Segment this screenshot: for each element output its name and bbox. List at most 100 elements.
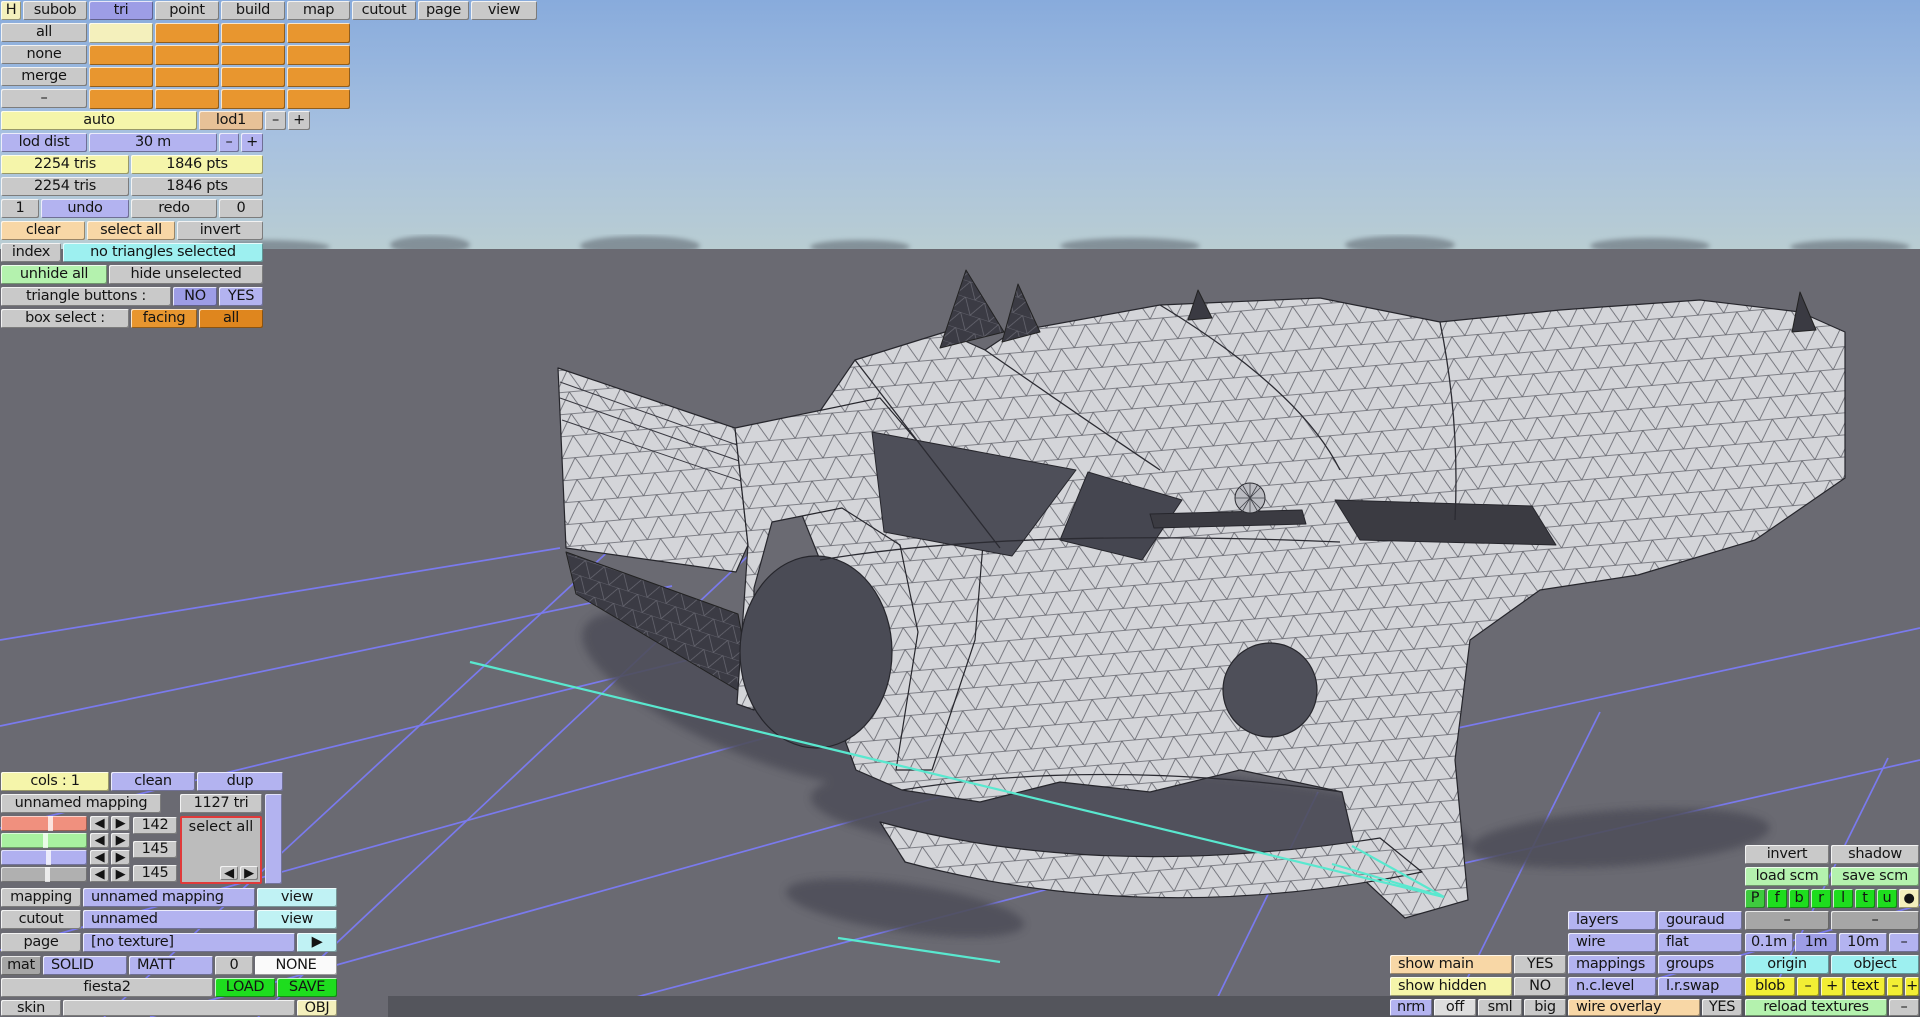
mappings-button[interactable]: mappings [1568,955,1656,974]
left-arrow-button[interactable]: ◀ [90,867,109,882]
blob-minus-button[interactable]: – [1797,977,1819,996]
origin-button[interactable]: origin [1745,955,1829,974]
dup-button[interactable]: dup [197,772,283,791]
matrix-cell[interactable] [155,67,219,87]
matrix-cell[interactable] [89,67,153,87]
gouraud-button[interactable]: gouraud [1658,911,1742,930]
lod-minus-button[interactable]: – [265,111,286,130]
reload-textures-button[interactable]: reload textures [1745,999,1887,1016]
matrix-dash[interactable]: – [1,89,87,108]
file-name[interactable]: fiesta2 [1,978,213,997]
mat-matt-button[interactable]: MATT [129,956,213,975]
slider-green[interactable] [1,833,87,848]
value-g[interactable]: 145 [133,841,177,858]
invert-button[interactable]: invert [177,221,263,240]
lod-plus-button[interactable]: + [288,111,310,130]
matrix-cell[interactable] [155,45,219,65]
view-r-button[interactable]: r [1811,889,1831,908]
show-hidden-toggle[interactable]: NO [1514,977,1566,996]
wire-overlay-label[interactable]: wire overlay [1568,999,1700,1016]
cutout-view-button[interactable]: view [257,910,337,929]
matrix-cell[interactable] [155,23,219,43]
slider-alpha[interactable] [1,867,87,882]
load-button[interactable]: LOAD [215,978,275,997]
select-all-box[interactable]: select all ◀ ▶ [180,816,262,884]
matrix-all[interactable]: all [1,23,87,42]
lod-auto-button[interactable]: auto [1,111,197,130]
show-hidden-label[interactable]: show hidden [1390,977,1512,996]
nc-level-button[interactable]: n.c.level [1568,977,1656,996]
view-b-button[interactable]: b [1789,889,1809,908]
box-select-facing[interactable]: facing [131,309,197,328]
matrix-merge[interactable]: merge [1,67,87,86]
page-row-value[interactable]: [no texture] [83,933,295,952]
menu-h[interactable]: H [1,1,21,20]
scale-10m-button[interactable]: 10m [1839,933,1887,952]
triangle-buttons-no[interactable]: NO [173,287,217,306]
slider-blue[interactable] [1,850,87,865]
slider-red[interactable] [1,816,87,831]
layers-minus-button[interactable]: – [1831,911,1919,930]
mat-none[interactable]: NONE [255,956,337,975]
index-button[interactable]: index [1,243,61,262]
lod-dist-value[interactable]: 30 m [89,133,217,152]
matrix-cell[interactable] [221,23,285,43]
value-b[interactable]: 145 [133,865,177,882]
view-t-button[interactable]: t [1855,889,1875,908]
obj-button[interactable]: OBJ [297,1000,337,1016]
lod-dist-minus-button[interactable]: – [219,133,239,152]
save-scm-button[interactable]: save scm [1831,867,1919,886]
view-u-button[interactable]: u [1877,889,1897,908]
flat-button[interactable]: flat [1658,933,1742,952]
left-arrow-button[interactable]: ◀ [90,816,109,831]
matrix-cell[interactable] [155,89,219,109]
matrix-none[interactable]: none [1,45,87,64]
mat-zero[interactable]: 0 [215,956,253,975]
hide-unselected-button[interactable]: hide unselected [109,265,263,284]
tab-subob[interactable]: subob [23,1,87,20]
cutout-row-value[interactable]: unnamed [83,910,255,929]
nrm-off-button[interactable]: off [1434,999,1476,1016]
left-arrow-button[interactable]: ◀ [90,833,109,848]
matrix-cell[interactable] [221,67,285,87]
tab-view[interactable]: view [471,1,537,20]
cols-count[interactable]: cols : 1 [1,772,109,791]
save-button[interactable]: SAVE [277,978,337,997]
show-main-toggle[interactable]: YES [1514,955,1566,974]
matrix-cell[interactable] [287,89,350,109]
matrix-cell[interactable] [221,45,285,65]
matrix-cell-active[interactable] [89,23,153,43]
left-arrow-button[interactable]: ◀ [90,850,109,865]
text-plus-button[interactable]: + [1905,977,1919,996]
text-minus-button[interactable]: – [1887,977,1903,996]
right-arrow-button[interactable]: ▶ [111,816,130,831]
page-row-label[interactable]: page [1,933,81,952]
unhide-all-button[interactable]: unhide all [1,265,107,284]
view-f-button[interactable]: f [1767,889,1787,908]
tab-point[interactable]: point [155,1,219,20]
groups-button[interactable]: groups [1658,955,1742,974]
load-scm-button[interactable]: load scm [1745,867,1829,886]
object-button[interactable]: object [1831,955,1919,974]
skin-button[interactable]: skin [1,1000,61,1016]
tab-tri[interactable]: tri [89,1,153,20]
triangle-buttons-yes[interactable]: YES [219,287,263,306]
mapping-row-value[interactable]: unnamed mapping [83,888,255,907]
scale-0-1m-button[interactable]: 0.1m [1745,933,1793,952]
view-dot-button[interactable]: ● [1899,889,1919,908]
matrix-cell[interactable] [287,23,350,43]
right-arrow-button[interactable]: ▶ [111,850,130,865]
matrix-cell[interactable] [287,67,350,87]
right-arrow-button[interactable]: ▶ [111,833,130,848]
blob-button[interactable]: blob [1745,977,1795,996]
view-l-button[interactable]: l [1833,889,1853,908]
wire-button[interactable]: wire [1568,933,1656,952]
page-next-button[interactable]: ▶ [297,933,337,952]
mat-label[interactable]: mat [1,956,41,975]
wire-overlay-toggle[interactable]: YES [1702,999,1742,1016]
mapping-view-button[interactable]: view [257,888,337,907]
scroll-strip[interactable] [265,794,282,884]
right-arrow-button[interactable]: ▶ [240,866,258,880]
text-button[interactable]: text [1845,977,1885,996]
scale-1m-button[interactable]: 1m [1795,933,1837,952]
